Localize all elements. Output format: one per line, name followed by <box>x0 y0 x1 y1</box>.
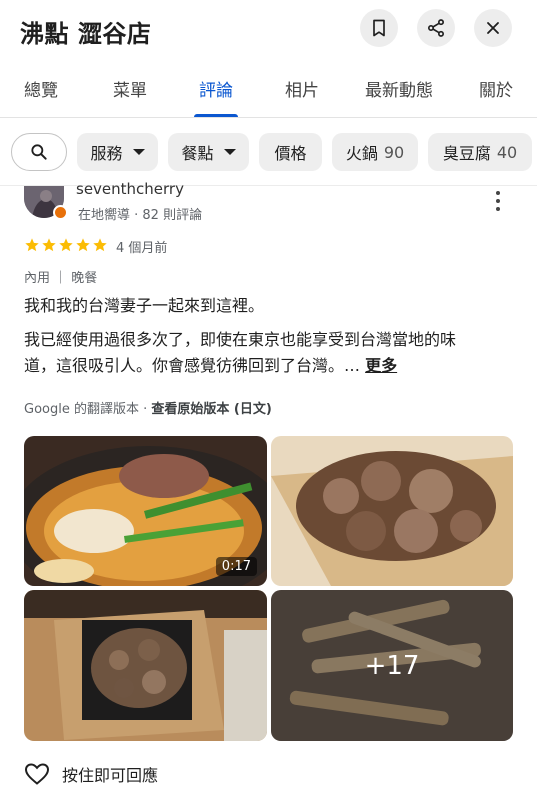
view-original-link[interactable]: 查看原始版本 (日文) <box>151 402 271 417</box>
dropdown-arrow-icon <box>132 149 145 155</box>
star-icon <box>25 238 39 252</box>
chip-count: 90 <box>383 142 405 162</box>
review-text-segment: 道，這很吸引人。你會感覺彷彿回到了台灣。… <box>24 356 361 375</box>
review-author-meta: 在地嚮導 · 82 則評論 <box>78 208 203 223</box>
page-title: 沸點 澀谷店 <box>20 20 152 48</box>
more-photos-count: +17 <box>271 590 513 741</box>
filter-chip-food[interactable]: 餐點 <box>168 133 249 171</box>
search-reviews-button[interactable] <box>11 133 67 171</box>
filter-chip-hotpot[interactable]: 火鍋 90 <box>332 133 418 171</box>
chip-label: 火鍋 <box>345 144 378 163</box>
tab-bar: 總覽 菜單 評論 相片 最新動態 關於 <box>0 62 537 118</box>
review-photo-more[interactable]: +17 <box>271 590 513 741</box>
review-photo-hotpot[interactable]: 0:17 <box>24 436 267 586</box>
more-options-button[interactable] <box>490 191 506 211</box>
review-photo-fried-chicken[interactable] <box>271 436 513 586</box>
translation-note: Google 的翻譯版本 · 查看原始版本 (日文) <box>24 398 272 417</box>
chip-count: 40 <box>496 142 518 162</box>
review-meal-type: 內用 ｜ 晚餐 <box>24 271 98 286</box>
read-more-link[interactable]: 更多 <box>365 356 397 375</box>
fried-chicken-plate-image <box>24 590 267 741</box>
translation-label: Google 的翻譯版本 · <box>24 402 152 417</box>
chip-label: 價格 <box>274 144 307 163</box>
tab-updates[interactable]: 最新動態 <box>365 76 433 101</box>
close-button[interactable] <box>474 9 512 47</box>
active-tab-indicator <box>194 114 238 117</box>
fried-chicken-image <box>271 436 513 586</box>
tab-about[interactable]: 關於 <box>479 76 513 101</box>
review-text-line: 道，這很吸引人。你會感覺彷彿回到了台灣。… 更多 <box>24 353 397 379</box>
review-age: 4 個月前 <box>116 241 168 256</box>
place-header: 沸點 澀谷店 <box>0 0 537 62</box>
bookmark-icon <box>373 19 385 37</box>
star-icon <box>93 238 107 252</box>
tab-overview[interactable]: 總覽 <box>24 76 58 101</box>
review-photo-fried-chicken-plate[interactable] <box>24 590 267 741</box>
heart-icon <box>24 763 50 785</box>
close-icon <box>487 22 499 34</box>
save-button[interactable] <box>360 9 398 47</box>
star-icon <box>76 238 90 252</box>
review-text-line: 我和我的台灣妻子一起來到這裡。 <box>24 296 265 315</box>
more-vert-icon <box>496 191 500 195</box>
filter-chip-price[interactable]: 價格 <box>259 133 322 171</box>
tab-menu[interactable]: 菜單 <box>113 76 147 101</box>
filter-chip-service[interactable]: 服務 <box>77 133 158 171</box>
review-filter-bar: 服務 餐點 價格 火鍋 90 臭豆腐 40 <box>0 118 537 186</box>
react-label: 按住即可回應 <box>62 766 159 785</box>
star-rating <box>24 237 108 253</box>
review-text-line: 我已經使用過很多次了，即使在東京也能享受到台灣當地的味 <box>24 330 457 349</box>
local-guide-badge <box>53 205 68 220</box>
filter-chip-stinky-tofu[interactable]: 臭豆腐 40 <box>428 133 532 171</box>
dropdown-arrow-icon <box>223 149 236 155</box>
share-button[interactable] <box>417 9 455 47</box>
tab-reviews[interactable]: 評論 <box>199 76 233 101</box>
chip-label: 服務 <box>90 144 123 163</box>
chip-label: 餐點 <box>181 144 214 163</box>
star-icon <box>59 238 73 252</box>
video-duration: 0:17 <box>215 557 257 576</box>
share-icon <box>428 19 444 37</box>
tab-photos[interactable]: 相片 <box>285 76 319 101</box>
chip-label: 臭豆腐 <box>442 144 491 163</box>
star-icon <box>42 238 56 252</box>
search-icon <box>31 144 47 160</box>
react-button[interactable]: 按住即可回應 <box>24 762 158 786</box>
review-author-name[interactable]: seventhcherry <box>76 180 184 198</box>
